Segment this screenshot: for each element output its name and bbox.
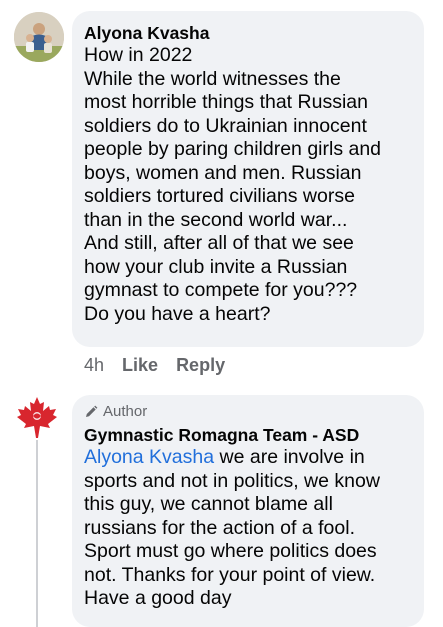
reply-line: Have a good day [84,587,232,609]
reply-author-name[interactable]: Gymnastic Romagna Team - ASD [84,424,412,446]
comment-line: While the world witnesses the [84,67,341,90]
avatar-photo [14,12,64,62]
comment-line: most horrible things that Russian [84,91,368,113]
comment-line: And still, after all of that we see [84,232,354,254]
avatar-alyona-kvasha[interactable] [14,12,64,62]
reply-line: Sport must go where politics does [84,540,377,562]
comment-line: soldiers tortured civilians worse [84,185,355,207]
comment-author-name[interactable]: Alyona Kvasha [84,22,412,44]
comment-line: How in 2022 [84,44,193,66]
reply-button[interactable]: Reply [176,355,225,376]
reply-line: this guy, we cannot blame all [84,493,333,515]
pencil-icon [86,405,98,417]
maple-leaf-logo-icon [17,397,57,438]
reply-line: not. Thanks for your point of view. [84,563,376,586]
author-badge-label: Author [103,403,148,420]
reply-line-rest: we are involve in [214,446,365,468]
avatar-gymnastic-romagna-team[interactable] [14,394,60,440]
like-button[interactable]: Like [122,355,158,376]
reply-text: Alyona Kvasha we are involve in sports a… [84,446,412,611]
comment-text: How in 2022 While the world witnesses th… [84,44,412,326]
comment-line: gymnast to compete for you??? [84,279,358,301]
comment-bubble: Alyona Kvasha How in 2022 While the worl… [72,11,424,347]
comment-actions: 4h Like Reply [84,355,225,376]
comment-line: than in the second world war... [84,208,348,231]
reply-bubble: Author Gymnastic Romagna Team - ASD Alyo… [72,395,424,627]
comment-line: how your club invite a Russian [84,255,348,278]
reply-line: sports and not in politics, we know [84,469,380,492]
author-badge: Author [84,403,412,421]
comment-line: boys, women and men. Russian [84,161,362,184]
comment-line: Do you have a heart? [84,302,271,325]
reply-line: russians for the action of a fool. [84,516,355,539]
reply-thread-line [36,440,38,627]
comment-timestamp[interactable]: 4h [84,355,104,376]
comment-line: people by paring children girls and [84,138,382,160]
reply-line: Alyona Kvasha we are involve in [84,446,412,470]
mention-link[interactable]: Alyona Kvasha [84,446,214,468]
comment-line: soldiers do to Ukrainian innocent [84,114,367,137]
